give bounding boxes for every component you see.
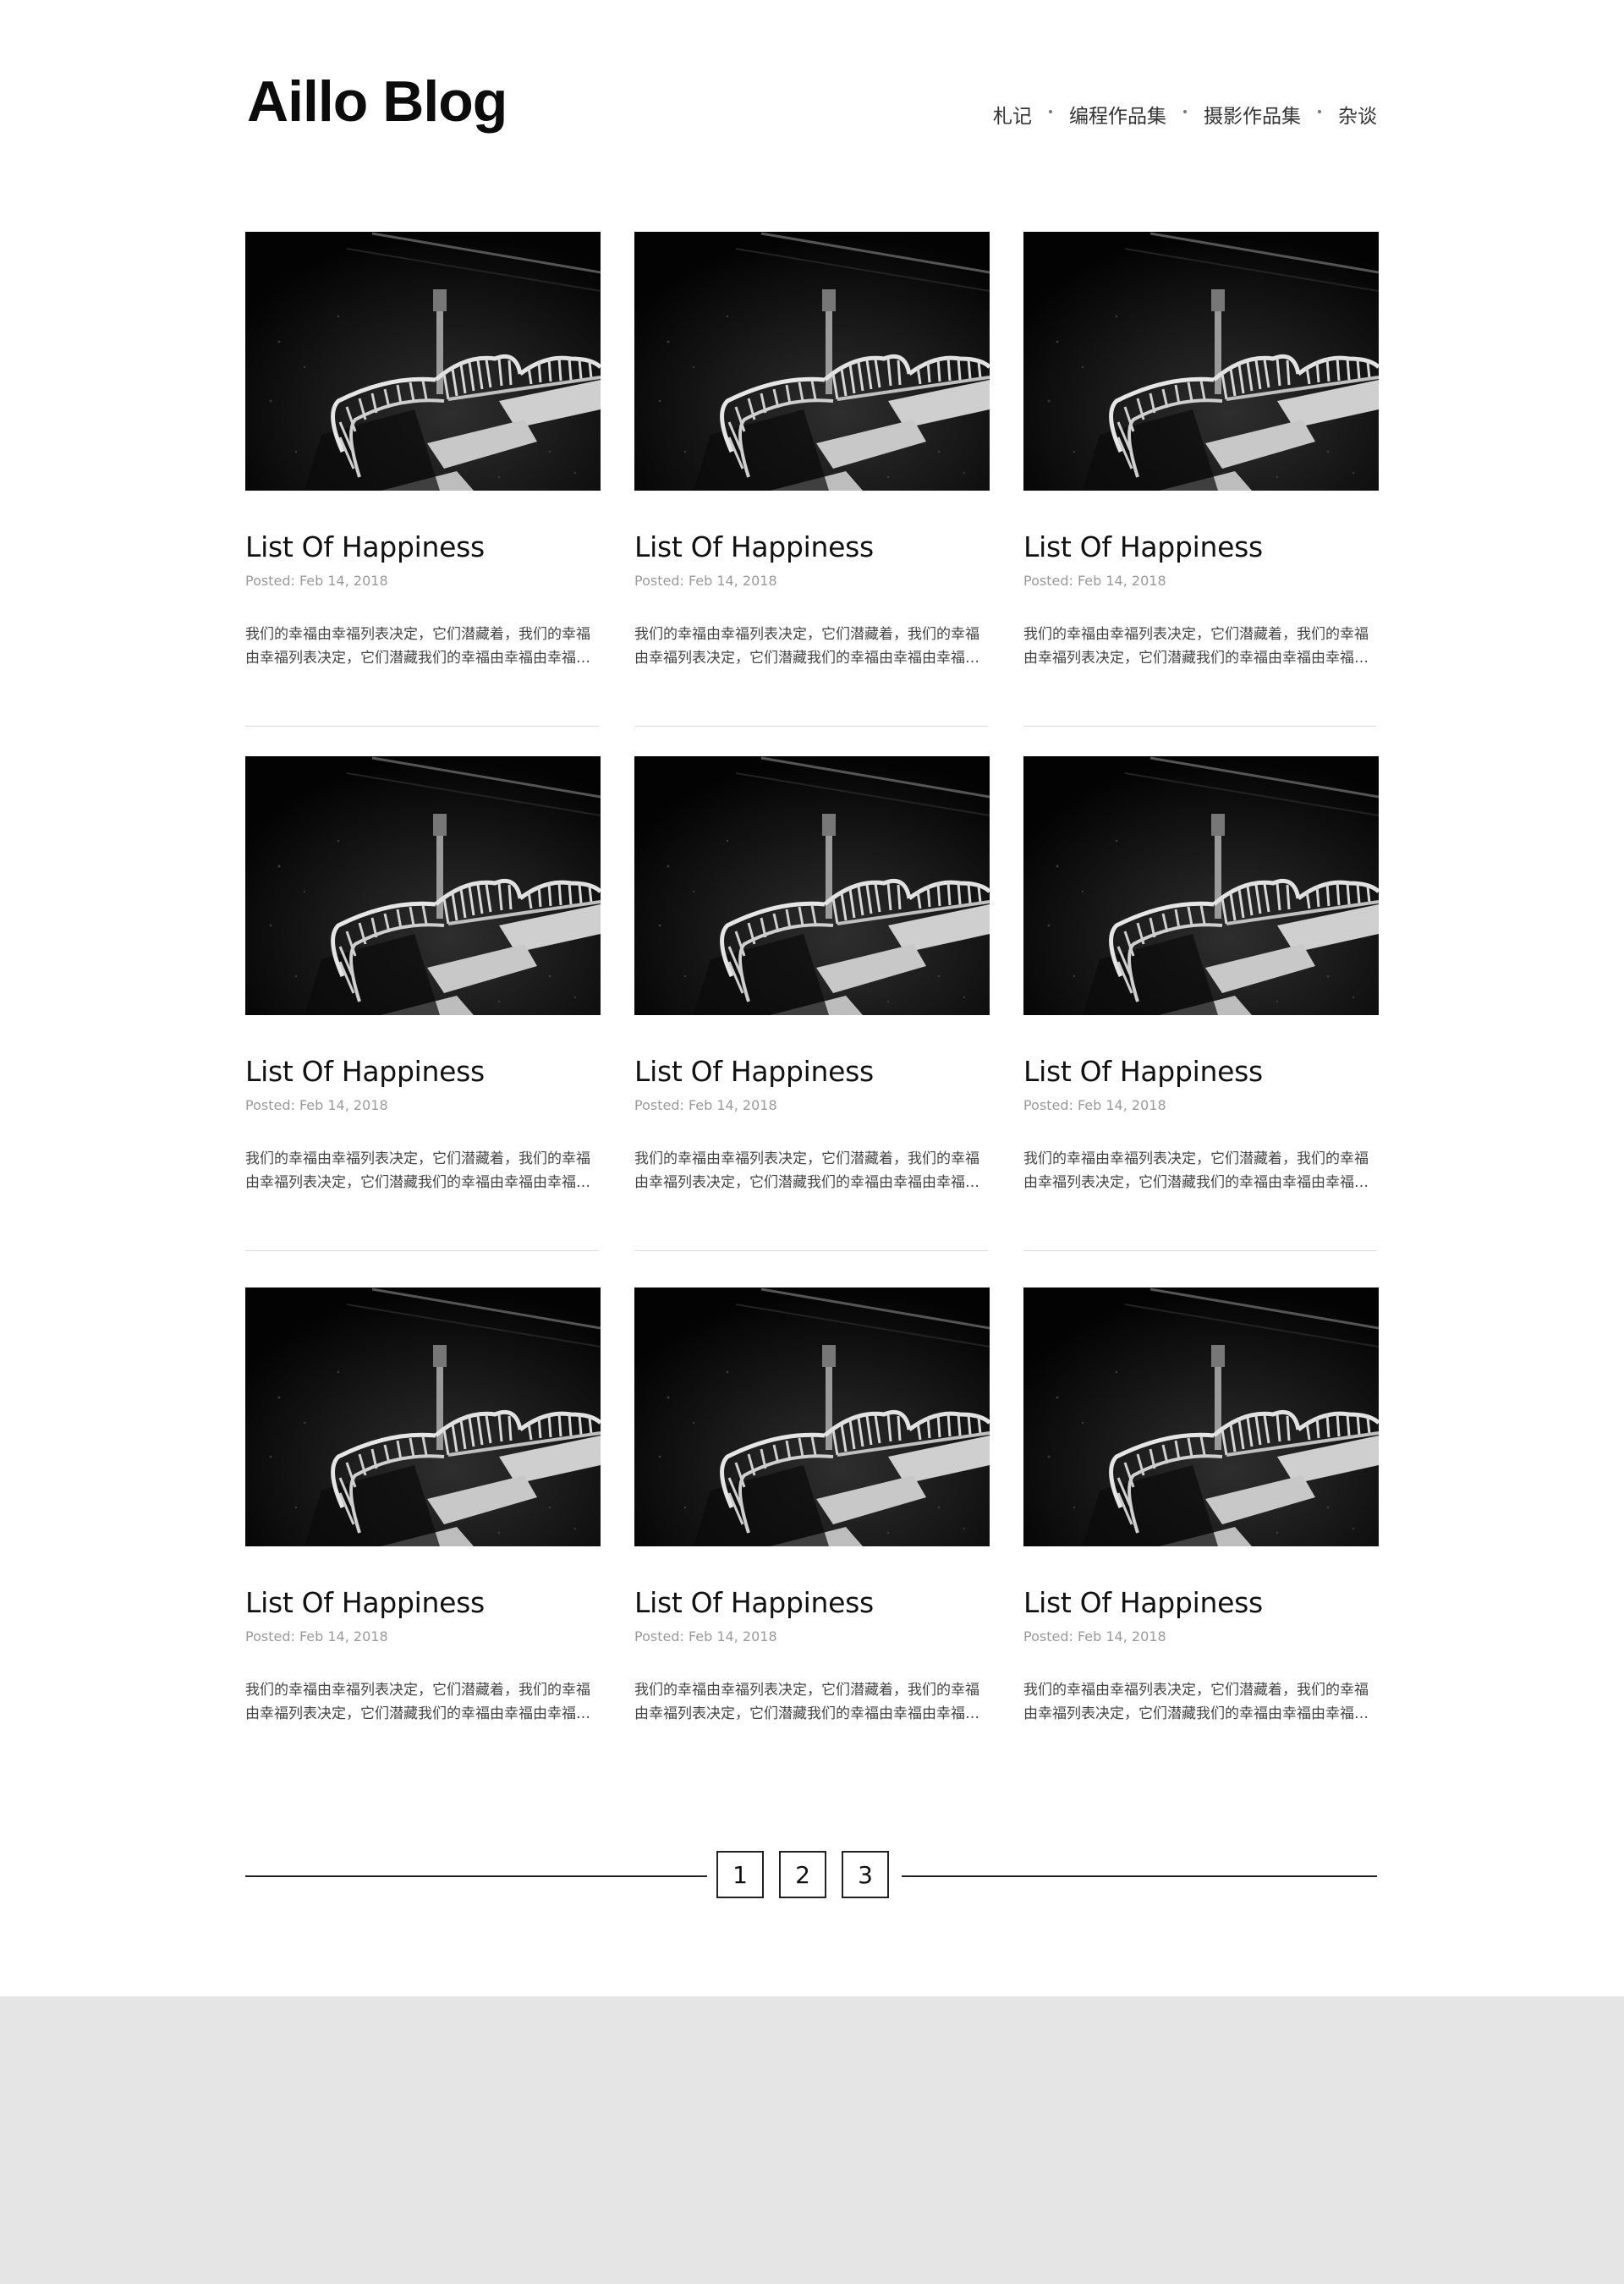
nav-item-notes[interactable]: 札记 [993,100,1032,129]
post-photo [1023,1287,1379,1546]
main-nav: 札记 编程作品集 摄影作品集 杂谈 [993,100,1377,129]
post-thumbnail[interactable] [634,1287,990,1546]
post-excerpt: 我们的幸福由幸福列表决定，它们潜藏着，我们的幸福由幸福列表决定，它们潜藏我们的幸… [634,1150,979,1191]
post-photo [245,1287,601,1546]
post-card: List Of Happiness Posted: Feb 14, 2018 我… [1023,1287,1379,1740]
page-button-1[interactable]: 1 [716,1851,764,1898]
post-grid: List Of Happiness Posted: Feb 14, 2018 我… [245,232,1379,1812]
nav-item-coding-portfolio[interactable]: 编程作品集 [1069,100,1166,129]
page-button-2[interactable]: 2 [779,1851,826,1898]
post-date: Posted: Feb 14, 2018 [1023,573,1166,589]
post-excerpt: 我们的幸福由幸福列表决定，它们潜藏着，我们的幸福由幸福列表决定，它们潜藏我们的幸… [1023,1682,1369,1722]
post-card: List Of Happiness Posted: Feb 14, 2018 我… [634,232,990,727]
post-photo [634,756,990,1015]
post-title[interactable]: List Of Happiness [1023,533,1379,561]
post-title[interactable]: List Of Happiness [634,1589,990,1617]
post-photo [245,232,601,491]
pagination-line-right [902,1875,1377,1877]
post-card: List Of Happiness Posted: Feb 14, 2018 我… [1023,232,1379,727]
nav-separator-dot [1049,110,1052,113]
post-divider [245,1250,599,1251]
page-button-3[interactable]: 3 [842,1851,889,1898]
post-photo [1023,756,1379,1015]
pagination-line-left [245,1875,707,1877]
post-thumbnail[interactable] [1023,232,1379,491]
post-date: Posted: Feb 14, 2018 [245,1097,388,1113]
post-title[interactable]: List Of Happiness [245,1589,601,1617]
post-divider [245,726,599,727]
post-thumbnail[interactable] [634,756,990,1015]
post-title[interactable]: List Of Happiness [245,533,601,561]
post-divider [1023,726,1377,727]
post-title[interactable]: List Of Happiness [634,1057,990,1085]
nav-separator-dot [1183,110,1187,113]
post-thumbnail[interactable] [1023,1287,1379,1546]
post-excerpt: 我们的幸福由幸福列表决定，它们潜藏着，我们的幸福由幸福列表决定，它们潜藏我们的幸… [245,626,590,667]
post-photo [1023,232,1379,491]
post-date: Posted: Feb 14, 2018 [1023,1097,1166,1113]
post-card: List Of Happiness Posted: Feb 14, 2018 我… [245,232,601,727]
post-title[interactable]: List Of Happiness [634,533,990,561]
post-excerpt: 我们的幸福由幸福列表决定，它们潜藏着，我们的幸福由幸福列表决定，它们潜藏我们的幸… [245,1150,590,1191]
nav-separator-dot [1318,110,1321,113]
post-card: List Of Happiness Posted: Feb 14, 2018 我… [245,1287,601,1740]
post-excerpt: 我们的幸福由幸福列表决定，它们潜藏着，我们的幸福由幸福列表决定，它们潜藏我们的幸… [1023,1150,1369,1191]
post-thumbnail[interactable] [1023,756,1379,1015]
post-date: Posted: Feb 14, 2018 [634,1628,777,1644]
post-thumbnail[interactable] [245,756,601,1015]
post-row: List Of Happiness Posted: Feb 14, 2018 我… [245,232,1379,756]
site-logo[interactable]: Aillo Blog [247,73,508,130]
site-footer [0,1996,1624,2284]
post-row: List Of Happiness Posted: Feb 14, 2018 我… [245,1287,1379,1812]
post-title[interactable]: List Of Happiness [1023,1589,1379,1617]
post-divider [634,726,988,727]
post-thumbnail[interactable] [245,1287,601,1546]
pagination: 1 2 3 [245,1849,1377,1900]
post-thumbnail[interactable] [245,232,601,491]
post-date: Posted: Feb 14, 2018 [245,1628,388,1644]
post-excerpt: 我们的幸福由幸福列表决定，它们潜藏着，我们的幸福由幸福列表决定，它们潜藏我们的幸… [634,626,979,667]
post-excerpt: 我们的幸福由幸福列表决定，它们潜藏着，我们的幸福由幸福列表决定，它们潜藏我们的幸… [245,1682,590,1722]
post-card: List Of Happiness Posted: Feb 14, 2018 我… [245,756,601,1251]
post-date: Posted: Feb 14, 2018 [634,1097,777,1113]
post-photo [634,1287,990,1546]
site-header: Aillo Blog 札记 编程作品集 摄影作品集 杂谈 [245,68,1377,144]
post-date: Posted: Feb 14, 2018 [1023,1628,1166,1644]
post-photo [634,232,990,491]
post-divider [1023,1250,1377,1251]
post-title[interactable]: List Of Happiness [245,1057,601,1085]
post-excerpt: 我们的幸福由幸福列表决定，它们潜藏着，我们的幸福由幸福列表决定，它们潜藏我们的幸… [1023,626,1369,667]
post-excerpt: 我们的幸福由幸福列表决定，它们潜藏着，我们的幸福由幸福列表决定，它们潜藏我们的幸… [634,1682,979,1722]
post-title[interactable]: List Of Happiness [1023,1057,1379,1085]
nav-item-photography-portfolio[interactable]: 摄影作品集 [1204,100,1301,129]
post-divider [634,1250,988,1251]
post-thumbnail[interactable] [634,232,990,491]
post-card: List Of Happiness Posted: Feb 14, 2018 我… [634,756,990,1251]
post-date: Posted: Feb 14, 2018 [245,573,388,589]
post-photo [245,756,601,1015]
post-row: List Of Happiness Posted: Feb 14, 2018 我… [245,756,1379,1287]
post-card: List Of Happiness Posted: Feb 14, 2018 我… [1023,756,1379,1251]
post-date: Posted: Feb 14, 2018 [634,573,777,589]
post-card: List Of Happiness Posted: Feb 14, 2018 我… [634,1287,990,1740]
nav-item-miscellany[interactable]: 杂谈 [1338,100,1377,129]
